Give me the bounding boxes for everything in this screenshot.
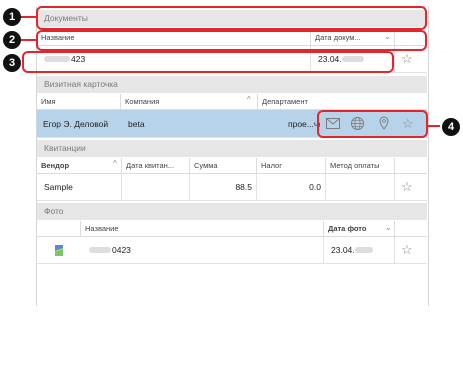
callout-badge-4: 4	[442, 118, 460, 136]
callout-badge-1: 1	[3, 8, 21, 26]
callout-leader-lines	[20, 16, 440, 127]
callout-badge-2: 2	[3, 31, 21, 49]
callout-badge-3: 3	[3, 54, 21, 72]
